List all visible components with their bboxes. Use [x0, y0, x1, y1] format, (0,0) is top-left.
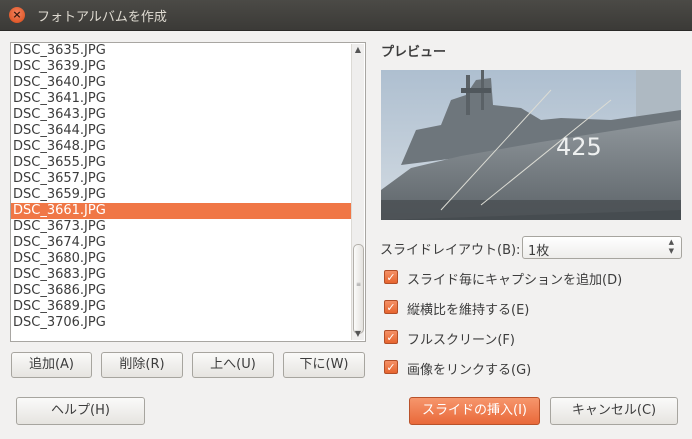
preview-image: 425	[381, 70, 681, 220]
list-item[interactable]: DSC_3706.JPG	[11, 315, 351, 331]
delete-button[interactable]: 削除(R)	[101, 352, 183, 378]
window-title: フォトアルバムを作成	[37, 10, 167, 25]
cancel-button-label: キャンセル(C)	[571, 403, 657, 418]
list-item[interactable]: DSC_3655.JPG	[11, 155, 351, 171]
insert-slides-button[interactable]: スライドの挿入(I)	[409, 397, 540, 425]
move-down-button-label: 下に(W)	[299, 357, 349, 372]
delete-button-label: 削除(R)	[119, 357, 165, 372]
list-item[interactable]: DSC_3680.JPG	[11, 251, 351, 267]
checkbox-checked-icon[interactable]: ✓	[384, 300, 398, 314]
spin-arrows-icon: ▲ ▼	[668, 238, 674, 255]
checkbox-checked-icon[interactable]: ✓	[384, 270, 398, 284]
list-item[interactable]: DSC_3648.JPG	[11, 139, 351, 155]
ship-photo: 425	[381, 70, 681, 220]
checkbox-checked-icon[interactable]: ✓	[384, 330, 398, 344]
file-list-items: DSC_3635.JPG DSC_3639.JPG DSC_3640.JPG DSC_…	[11, 43, 351, 331]
title-bar: × フォトアルバムを作成	[0, 0, 692, 31]
file-list[interactable]: DSC_3635.JPG DSC_3639.JPG DSC_3640.JPG DSC_…	[10, 42, 366, 342]
cancel-button[interactable]: キャンセル(C)	[550, 397, 678, 425]
hull-number: 425	[556, 133, 602, 161]
slide-layout-select[interactable]: 1枚 ▲ ▼	[522, 236, 682, 259]
list-item[interactable]: DSC_3641.JPG	[11, 91, 351, 107]
option-aspect-label: 縦横比を維持する(E)	[407, 303, 530, 318]
preview-label: プレビュー	[381, 45, 447, 60]
list-item[interactable]: DSC_3683.JPG	[11, 267, 351, 283]
file-list-scrollbar[interactable]: ▲ ≡ ▼	[351, 44, 364, 340]
help-button-label: ヘルプ(H)	[51, 403, 110, 418]
list-item[interactable]: DSC_3673.JPG	[11, 219, 351, 235]
checkbox-checked-icon[interactable]: ✓	[384, 360, 398, 374]
move-up-button[interactable]: 上へ(U)	[192, 352, 274, 378]
move-up-button-label: 上へ(U)	[210, 357, 256, 372]
option-fullscreen-label: フルスクリーン(F)	[407, 333, 515, 348]
list-item[interactable]: DSC_3643.JPG	[11, 107, 351, 123]
list-item[interactable]: DSC_3689.JPG	[11, 299, 351, 315]
option-caption-label: スライド毎にキャプションを追加(D)	[407, 273, 623, 288]
insert-slides-button-label: スライドの挿入(I)	[422, 403, 527, 418]
move-down-button[interactable]: 下に(W)	[283, 352, 365, 378]
list-item[interactable]: DSC_3639.JPG	[11, 59, 351, 75]
scroll-thumb[interactable]: ≡	[353, 244, 364, 334]
add-button[interactable]: 追加(A)	[11, 352, 92, 378]
list-item[interactable]: DSC_3657.JPG	[11, 171, 351, 187]
slide-layout-label: スライドレイアウト(B):	[380, 243, 521, 258]
list-item[interactable]: DSC_3640.JPG	[11, 75, 351, 91]
close-icon[interactable]: ×	[9, 7, 25, 23]
list-item[interactable]: DSC_3635.JPG	[11, 43, 351, 59]
list-item[interactable]: DSC_3659.JPG	[11, 187, 351, 203]
grip-icon: ≡	[356, 281, 362, 288]
add-button-label: 追加(A)	[28, 357, 75, 372]
list-item[interactable]: DSC_3674.JPG	[11, 235, 351, 251]
scroll-down-arrow-icon[interactable]: ▼	[352, 328, 364, 340]
list-item[interactable]: DSC_3661.JPG	[11, 203, 351, 219]
option-link-label: 画像をリンクする(G)	[407, 363, 532, 378]
list-item[interactable]: DSC_3644.JPG	[11, 123, 351, 139]
slide-layout-value: 1枚	[528, 244, 550, 259]
help-button[interactable]: ヘルプ(H)	[16, 397, 145, 425]
list-item[interactable]: DSC_3686.JPG	[11, 283, 351, 299]
scroll-up-arrow-icon[interactable]: ▲	[352, 44, 364, 56]
